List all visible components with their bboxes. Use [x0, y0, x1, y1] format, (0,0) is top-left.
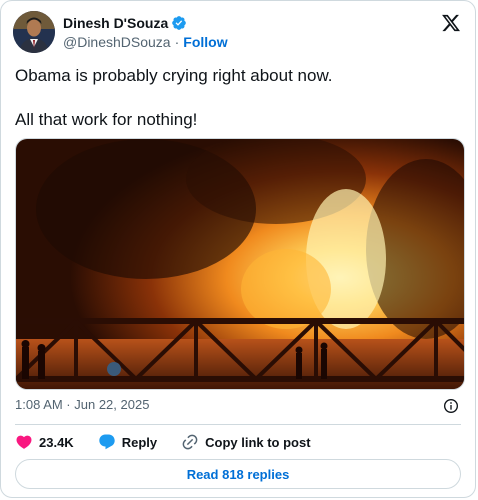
reply-button[interactable]: Reply — [98, 433, 157, 451]
post-timestamp[interactable]: 1:08 AM · Jun 22, 2025 — [15, 397, 149, 412]
author-handle-row: @DineshDSouza · Follow — [63, 34, 228, 50]
copy-link-label: Copy link to post — [205, 434, 311, 450]
post-header: Dinesh D'Souza @DineshDSouza · Follow — [13, 11, 463, 55]
post-actions-bar: 23.4K Reply Copy link to post — [15, 432, 461, 452]
post-meta-row: 1:08 AM · Jun 22, 2025 — [15, 397, 461, 415]
author-name[interactable]: Dinesh D'Souza — [63, 15, 168, 31]
verified-badge-icon — [172, 16, 187, 30]
fire-bridge-image — [16, 139, 464, 389]
post-text-line-1: Obama is probably crying right about now… — [15, 66, 333, 85]
follow-button[interactable]: Follow — [183, 34, 227, 50]
divider — [15, 424, 461, 425]
info-icon[interactable] — [443, 398, 459, 414]
avatar[interactable] — [13, 11, 55, 53]
post-text: Obama is probably crying right about now… — [15, 65, 461, 131]
separator-dot: · — [174, 34, 180, 50]
speech-bubble-icon — [99, 434, 115, 450]
post-text-line-2: All that work for nothing! — [15, 110, 198, 129]
like-count: 23.4K — [39, 434, 74, 450]
heart-icon — [16, 435, 32, 449]
like-button[interactable]: 23.4K — [15, 433, 74, 451]
x-logo-icon[interactable] — [441, 13, 461, 33]
copy-link-button[interactable]: Copy link to post — [181, 433, 311, 451]
avatar-portrait-icon — [13, 11, 55, 53]
reply-label: Reply — [121, 434, 158, 450]
author-handle[interactable]: @DineshDSouza — [63, 34, 171, 50]
read-replies-button[interactable]: Read 818 replies — [15, 459, 461, 489]
author-name-row: Dinesh D'Souza — [63, 15, 187, 31]
embedded-post-card: Dinesh D'Souza @DineshDSouza · Follow Ob… — [0, 0, 476, 498]
link-icon — [182, 434, 198, 450]
post-media-image[interactable] — [15, 138, 465, 390]
